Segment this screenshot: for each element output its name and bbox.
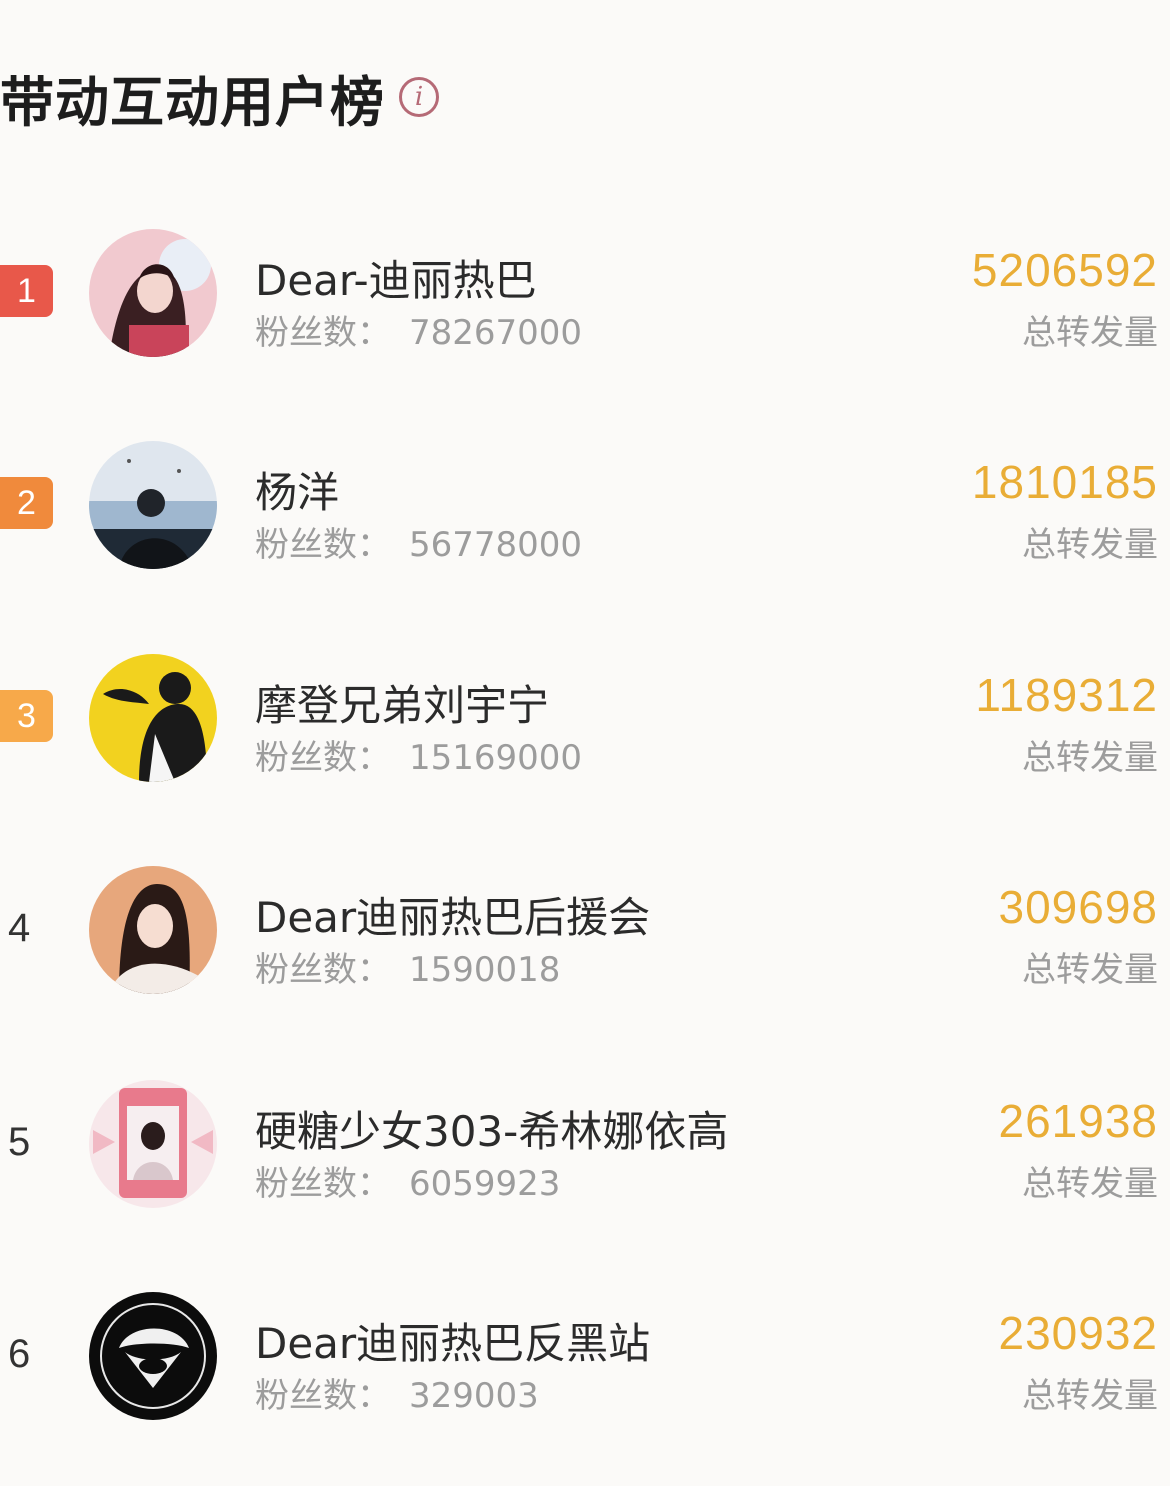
user-name[interactable]: 杨洋: [255, 459, 339, 520]
fans-label: 粉丝数：: [255, 313, 391, 353]
repost-count: 309698: [998, 881, 1158, 933]
user-name[interactable]: 硬糖少女303-希林娜依高: [255, 1098, 728, 1159]
fans-count: 粉丝数： 329003: [255, 1368, 539, 1417]
user-name[interactable]: Dear-迪丽热巴: [255, 247, 537, 308]
repost-label: 总转发量: [1022, 950, 1158, 990]
avatar[interactable]: [89, 654, 217, 782]
rank-number: 5: [8, 1120, 31, 1164]
fans-value: 329003: [409, 1376, 539, 1416]
fans-value: 1590018: [409, 950, 561, 990]
repost-label: 总转发量: [1022, 1376, 1158, 1416]
avatar[interactable]: [89, 229, 217, 357]
fans-label: 粉丝数：: [255, 525, 391, 565]
fans-count: 粉丝数： 15169000: [255, 730, 582, 779]
fans-value: 6059923: [409, 1164, 561, 1204]
repost-label: 总转发量: [1022, 525, 1158, 565]
fans-value: 15169000: [409, 738, 583, 778]
repost-label: 总转发量: [1022, 738, 1158, 778]
fans-count: 粉丝数： 6059923: [255, 1156, 560, 1205]
avatar[interactable]: [89, 1292, 217, 1420]
repost-count: 1189312: [975, 669, 1158, 721]
rank-badge: 2: [0, 477, 53, 529]
fans-count: 粉丝数： 1590018: [255, 942, 560, 991]
user-name[interactable]: Dear迪丽热巴后援会: [255, 884, 650, 945]
fans-value: 78267000: [409, 313, 583, 353]
user-name[interactable]: 摩登兄弟刘宇宁: [255, 672, 549, 733]
user-name[interactable]: Dear迪丽热巴反黑站: [255, 1310, 650, 1371]
fans-label: 粉丝数：: [255, 950, 391, 990]
fans-label: 粉丝数：: [255, 1164, 391, 1204]
fans-label: 粉丝数：: [255, 1376, 391, 1416]
rank-badge: 3: [0, 690, 53, 742]
ranking-page: 带动互动用户榜 i 1 Dear-迪丽热巴 粉丝数： 78267000 52065…: [0, 0, 1170, 1486]
repost-count: 230932: [998, 1307, 1158, 1359]
list-item[interactable]: 2 杨洋 粉丝数： 56778000 1810185 总转发量: [0, 441, 1170, 573]
list-item[interactable]: 1 Dear-迪丽热巴 粉丝数： 78267000 5206592 总转发量: [0, 229, 1170, 361]
fans-value: 56778000: [409, 525, 583, 565]
avatar[interactable]: [89, 441, 217, 569]
fans-count: 粉丝数： 56778000: [255, 517, 582, 566]
repost-count: 261938: [998, 1095, 1158, 1147]
repost-count: 1810185: [971, 456, 1158, 508]
list-item[interactable]: 5 硬糖少女303-希林娜依高 粉丝数： 6059923 261938 总转发量: [0, 1080, 1170, 1212]
rank-badge: 1: [0, 265, 53, 317]
header: 带动互动用户榜 i: [0, 62, 439, 134]
repost-label: 总转发量: [1022, 1164, 1158, 1204]
avatar[interactable]: [89, 866, 217, 994]
rank-number: 6: [8, 1332, 31, 1376]
rank-number: 4: [8, 906, 31, 950]
avatar[interactable]: [89, 1080, 217, 1208]
fans-count: 粉丝数： 78267000: [255, 305, 582, 354]
list-item[interactable]: 4 Dear迪丽热巴后援会 粉丝数： 1590018 309698 总转发量: [0, 866, 1170, 998]
list-item[interactable]: 3 摩登兄弟刘宇宁 粉丝数： 15169000 1189312 总转发量: [0, 654, 1170, 786]
repost-label: 总转发量: [1022, 313, 1158, 353]
list-item[interactable]: 6 Dear迪丽热巴反黑站 粉丝数： 329003 230932 总转发量: [0, 1292, 1170, 1424]
fans-label: 粉丝数：: [255, 738, 391, 778]
repost-count: 5206592: [971, 244, 1158, 296]
page-title: 带动互动用户榜: [0, 70, 385, 134]
info-icon[interactable]: i: [399, 77, 439, 117]
